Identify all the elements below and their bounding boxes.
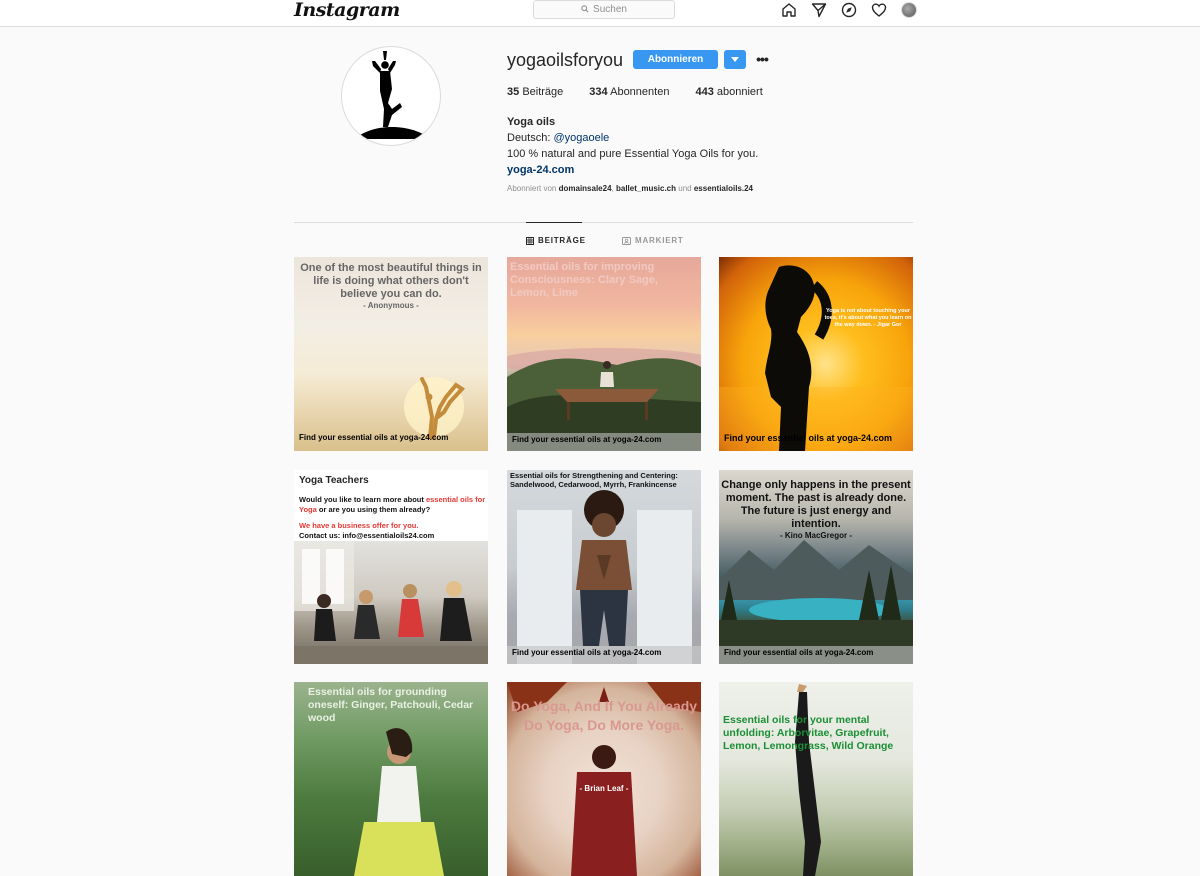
instagram-logo[interactable]: Instagram [294, 0, 400, 21]
post-text-a: Would you like to learn more about [299, 495, 424, 504]
post-tile[interactable]: Essential oils for your mental unfolding… [719, 682, 913, 876]
active-tab-indicator [526, 222, 582, 223]
bio-line-1: Deutsch: @yogaoele [507, 130, 758, 146]
tabs-divider [294, 222, 913, 223]
direct-icon[interactable] [810, 1, 828, 19]
tab-posts[interactable]: BEITRÄGE [526, 236, 586, 245]
bio-mention-link[interactable]: @yogaoele [553, 132, 609, 144]
post-heading: Yoga Teachers [299, 475, 369, 486]
yoga-group-illustration [294, 541, 488, 664]
yoga-class-photo [294, 541, 488, 664]
explore-icon[interactable] [840, 1, 858, 19]
search-icon [581, 4, 589, 15]
followed-by-prefix: Abonniert von [507, 184, 557, 193]
post-quote-author: - Jigar Gor [873, 322, 902, 328]
post-tile[interactable]: Change only happens in the present momen… [719, 470, 913, 664]
post-quote: Do Yoga, And If You Already Do Yoga, Do … [510, 698, 698, 733]
post-contact-text: Contact us: info@essentialoils24.com [299, 531, 435, 540]
followers-count: 334 [589, 86, 608, 98]
post-tile[interactable]: One of the most beautiful things in life… [294, 257, 488, 451]
nav-icons [780, 1, 918, 19]
post-caption: Find your essential oils at yoga-24.com [719, 646, 913, 664]
post-caption: Find your essential oils at yoga-24.com [507, 646, 701, 664]
post-quote: Yoga is not about touching your toes, it… [823, 308, 913, 329]
avatar [901, 2, 917, 18]
post-tile[interactable]: Do Yoga, And If You Already Do Yoga, Do … [507, 682, 701, 876]
bio-line-2: 100 % natural and pure Essential Yoga Oi… [507, 148, 759, 160]
followed-by-user-2[interactable]: ballet_music.ch [616, 184, 676, 193]
headstand-silhouette [795, 684, 821, 876]
followers-label: Abonnenten [610, 86, 670, 98]
followed-by: Abonniert von domainsale24, ballet_music… [507, 184, 753, 193]
post-caption: Find your essential oils at yoga-24.com [299, 433, 449, 442]
profile-full-name: Yoga oils [507, 116, 556, 128]
profile-stats: 35 Beiträge 334 Abonnenten 443 abonniert [507, 86, 763, 98]
activity-heart-icon[interactable] [870, 1, 888, 19]
post-tile[interactable]: Yoga Teachers Would you like to learn mo… [294, 470, 488, 664]
post-quote-author: - Anonymous - [363, 301, 419, 310]
tab-tagged-label: MARKIERT [635, 236, 684, 245]
followed-by-joiner: und [678, 184, 692, 193]
post-caption: Find your essential oils at yoga-24.com [507, 433, 701, 451]
profile-bio: Yoga oils Deutsch: @yogaoele 100 % natur… [507, 114, 758, 178]
meditating-man-illustration [517, 490, 692, 664]
following-label: abonniert [716, 86, 763, 98]
post-quote-author: - Kino MacGregor - [779, 531, 852, 540]
followed-by-user-3[interactable]: essentialoils.24 [694, 184, 753, 193]
followers-stat[interactable]: 334 Abonnenten [589, 86, 669, 98]
home-icon[interactable] [780, 1, 798, 19]
post-quote: Essential oils for Strengthening and Cen… [510, 471, 678, 489]
post-quote: One of the most beautiful things in life… [300, 262, 482, 300]
chevron-down-icon [731, 56, 739, 62]
post-text-b: or are you using them already? [318, 505, 431, 514]
bio-website-link[interactable]: yoga-24.com [507, 162, 758, 178]
posts-grid: One of the most beautiful things in life… [294, 257, 914, 876]
yoga-silhouette-sunset [719, 265, 913, 451]
profile-avatar[interactable] [900, 1, 918, 19]
post-tile[interactable]: Essential oils for improving Consciousne… [507, 257, 701, 451]
post-tile[interactable]: Essential oils for grounding oneself: Gi… [294, 682, 488, 876]
more-options-icon[interactable]: ••• [753, 50, 771, 69]
follow-button[interactable]: Abonnieren [633, 50, 718, 69]
posts-count: 35 [507, 86, 520, 98]
suggested-dropdown-button[interactable] [724, 50, 746, 69]
post-quote: Essential oils for improving Consciousne… [510, 261, 658, 299]
followed-by-user-1[interactable]: domainsale24 [559, 184, 612, 193]
following-stat[interactable]: 443 abonniert [695, 86, 762, 98]
post-quote-author: - Brian Leaf - [579, 784, 629, 793]
post-quote: Change only happens in the present momen… [721, 479, 911, 530]
search-placeholder: Suchen [593, 4, 627, 15]
tab-posts-label: BEITRÄGE [538, 236, 586, 245]
post-tile[interactable]: Yoga is not about touching your toes, it… [719, 257, 913, 451]
tagged-icon [622, 236, 631, 245]
yoga-tree-pose-icon [354, 51, 430, 139]
search-input[interactable]: Suchen [533, 0, 675, 19]
post-quote: Essential oils for grounding oneself: Gi… [308, 686, 474, 724]
tab-tagged[interactable]: MARKIERT [622, 236, 684, 245]
grid-icon [526, 236, 534, 245]
following-count: 443 [695, 86, 714, 98]
post-quote: Essential oils for your mental unfolding… [723, 714, 894, 752]
post-caption: Find your essential oils at yoga-24.com [724, 433, 893, 443]
posts-stat: 35 Beiträge [507, 86, 563, 98]
top-navigation: Instagram Suchen [0, 0, 1200, 27]
post-offer-text: We have a business offer for you. [299, 521, 419, 530]
post-tile[interactable]: Essential oils for Strengthening and Cen… [507, 470, 701, 664]
profile-username: yogaoilsforyou [507, 50, 624, 70]
post-text: Would you like to learn more about essen… [299, 495, 487, 541]
posts-label: Beiträge [522, 86, 564, 98]
profile-picture[interactable] [341, 46, 441, 146]
bio-prefix: Deutsch: [507, 132, 551, 144]
